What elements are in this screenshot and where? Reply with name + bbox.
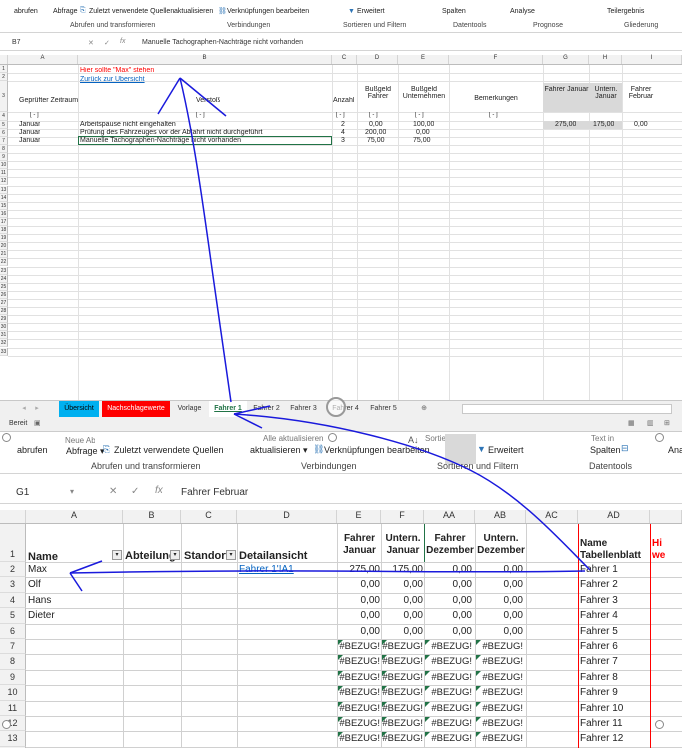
- annotation-arrow-to-max: [69, 570, 586, 574]
- annotation-arrowhead-left: [157, 77, 181, 115]
- annotation-tab-head-1: [233, 405, 271, 415]
- annotation-overlay: [69, 77, 591, 592]
- annotation-max-head-1: [69, 560, 103, 574]
- annotation-arrow-up: [179, 77, 232, 403]
- annotation-max-head-2: [69, 572, 83, 592]
- annotation-line-to-tab: [233, 413, 591, 571]
